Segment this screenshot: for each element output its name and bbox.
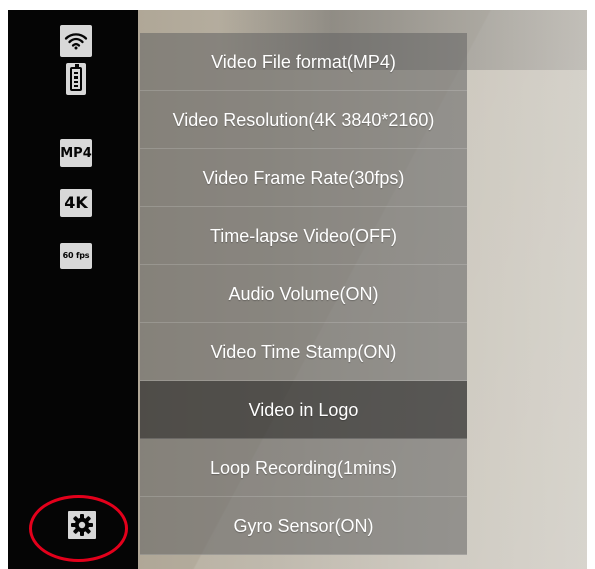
- menu-item-label: Gyro Sensor(ON): [233, 515, 374, 536]
- menu-item-video-file-format[interactable]: Video File format(MP4): [140, 33, 467, 91]
- 60fps-badge: 60 fps: [60, 243, 92, 269]
- menu-item-audio-volume[interactable]: Audio Volume(ON): [140, 265, 467, 323]
- status-sidebar: MP4 4K 60 fps: [8, 10, 138, 569]
- menu-item-loop-recording[interactable]: Loop Recording(1mins): [140, 439, 467, 497]
- menu-item-label: Audio Volume(ON): [228, 283, 379, 304]
- video-settings-menu: Video File format(MP4) Video Resolution(…: [140, 33, 467, 555]
- menu-item-label: Video Time Stamp(ON): [210, 341, 397, 362]
- menu-item-label: Video Resolution(4K 3840*2160): [172, 109, 435, 130]
- menu-item-label: Video File format(MP4): [211, 51, 396, 72]
- battery-icon: [66, 63, 86, 95]
- gear-icon[interactable]: [68, 511, 96, 539]
- menu-item-label: Video Frame Rate(30fps): [202, 167, 405, 188]
- menu-item-video-resolution[interactable]: Video Resolution(4K 3840*2160): [140, 91, 467, 149]
- 4k-badge-label: 4K: [64, 193, 88, 212]
- menu-item-label: Loop Recording(1mins): [209, 457, 398, 478]
- battery-shell: [70, 64, 82, 91]
- menu-item-gyro-sensor[interactable]: Gyro Sensor(ON): [140, 497, 467, 555]
- menu-item-label: Video in Logo: [248, 399, 359, 420]
- battery-bar: [74, 72, 78, 75]
- 60fps-badge-label: 60 fps: [62, 251, 90, 260]
- wifi-icon: [60, 25, 92, 57]
- mp4-badge: MP4: [60, 139, 92, 167]
- menu-item-time-lapse-video[interactable]: Time-lapse Video(OFF): [140, 207, 467, 265]
- menu-item-video-time-stamp[interactable]: Video Time Stamp(ON): [140, 323, 467, 381]
- battery-bar: [74, 80, 78, 83]
- menu-item-video-frame-rate[interactable]: Video Frame Rate(30fps): [140, 149, 467, 207]
- battery-bar: [74, 76, 78, 79]
- mp4-badge-label: MP4: [60, 145, 92, 161]
- battery-bar: [74, 84, 78, 87]
- battery-level: [74, 72, 78, 87]
- battery-cap: [75, 64, 79, 67]
- camera-settings-screen: MP4 4K 60 fps Video File format(MP4) Vid…: [8, 10, 587, 569]
- 4k-badge: 4K: [60, 189, 92, 217]
- menu-item-label: Time-lapse Video(OFF): [209, 225, 398, 246]
- menu-item-video-in-logo[interactable]: Video in Logo: [140, 381, 467, 439]
